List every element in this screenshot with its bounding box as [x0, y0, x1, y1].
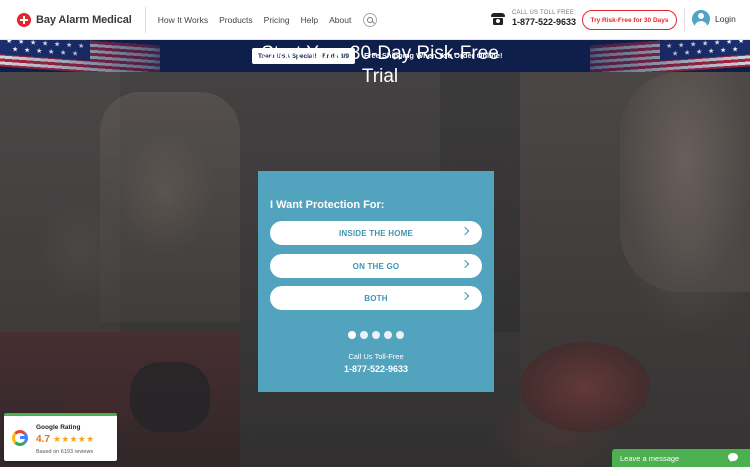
chevron-right-icon — [460, 291, 470, 301]
search-icon[interactable] — [363, 12, 378, 27]
google-rating-widget[interactable]: Google Rating 4.7 ★★★★★ Based on 6193 re… — [4, 413, 117, 461]
chat-label: Leave a message — [620, 453, 680, 463]
call-number[interactable]: 1-877-522-9633 — [258, 364, 494, 374]
carousel-dot[interactable] — [396, 331, 404, 339]
nav-how-it-works[interactable]: How It Works — [158, 15, 208, 25]
option-on-the-go[interactable]: ON THE GO — [270, 254, 482, 278]
main-nav: How It Works Products Pricing Help About — [158, 12, 378, 27]
call-label: Call Us Toll-Free — [348, 352, 404, 361]
rating-stars: ★★★★★ — [53, 434, 95, 444]
carousel-dot[interactable] — [372, 331, 380, 339]
rating-title: Google Rating — [36, 424, 81, 431]
rating-reviews: Based on 6193 reviews — [36, 449, 94, 455]
leave-message-button[interactable]: Leave a message — [612, 449, 750, 467]
hero-title: Start Your 30-Day Risk-Free Trial — [261, 43, 499, 87]
chat-bubble-icon — [728, 453, 738, 462]
nav-products[interactable]: Products — [219, 15, 253, 25]
brand-name: Bay Alarm Medical — [36, 13, 132, 26]
carousel-dot[interactable] — [384, 331, 392, 339]
chevron-right-icon — [460, 259, 470, 269]
carousel-dots — [348, 331, 404, 339]
phone-number[interactable]: 1-877-522-9633 — [512, 18, 576, 27]
try-risk-free-button[interactable]: Try Risk-Free for 30 Days — [582, 10, 677, 30]
panel-heading: I Want Protection For: — [270, 199, 385, 211]
user-avatar-icon — [692, 10, 710, 28]
header-divider — [684, 8, 685, 32]
rating-score: 4.7 — [36, 434, 50, 445]
telephone-icon — [491, 12, 505, 25]
medical-cross-icon — [17, 12, 31, 27]
carousel-dot[interactable] — [360, 331, 368, 339]
header-divider — [144, 6, 146, 33]
nav-about[interactable]: About — [329, 15, 351, 25]
option-label: BOTH — [364, 293, 388, 303]
option-both[interactable]: BOTH — [270, 286, 482, 310]
option-label: ON THE GO — [352, 261, 400, 271]
carousel-dot[interactable] — [348, 331, 356, 339]
option-inside-the-home[interactable]: INSIDE THE HOME — [270, 221, 482, 245]
brand-logo[interactable]: Bay Alarm Medical — [17, 12, 132, 27]
nav-help[interactable]: Help — [301, 15, 318, 25]
nav-pricing[interactable]: Pricing — [264, 15, 290, 25]
option-label: INSIDE THE HOME — [338, 228, 414, 238]
phone-contact[interactable]: CALL US TOLL FREE: 1-877-522-9633 — [491, 10, 576, 27]
google-logo-icon — [12, 430, 28, 446]
chevron-right-icon — [460, 226, 470, 236]
phone-caption: CALL US TOLL FREE: — [512, 10, 576, 16]
login-label: Login — [715, 14, 736, 24]
login-link[interactable]: Login — [692, 10, 736, 28]
